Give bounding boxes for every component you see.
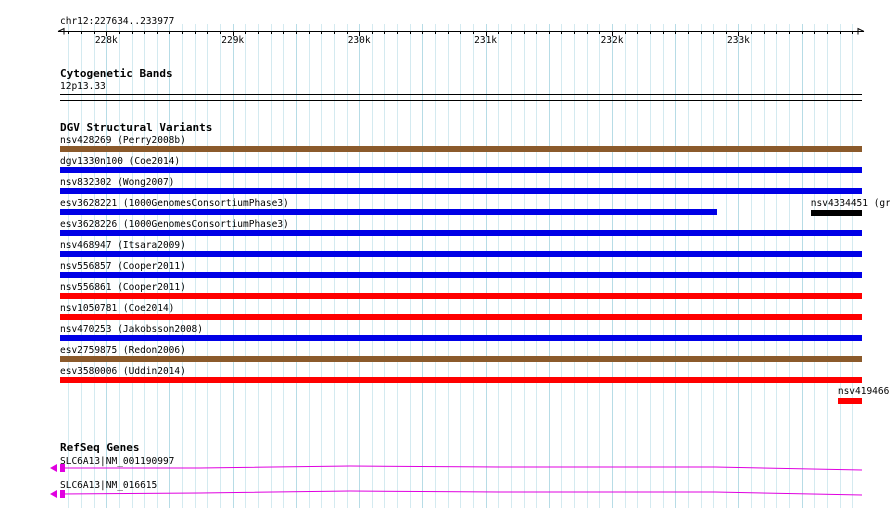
dgv-feature-label[interactable]: esv2759875 (Redon2006) <box>60 345 186 356</box>
dgv-track-title: DGV Structural Variants <box>60 121 213 134</box>
dgv-feature-label[interactable]: nsv428269 (Perry2008b) <box>60 135 186 146</box>
dgv-feature-bar[interactable] <box>60 377 862 383</box>
ruler-tick-label: 229k <box>221 35 245 46</box>
dgv-feature-bar[interactable] <box>60 188 862 194</box>
dgv-feature-label[interactable]: esv3580006 (Uddin2014) <box>60 366 186 377</box>
cytoband-line-bottom <box>60 100 862 101</box>
dgv-feature-bar[interactable] <box>60 167 862 173</box>
dgv-feature-label[interactable]: nsv468947 (Itsara2009) <box>60 240 186 251</box>
dgv-feature-label[interactable]: dgv1330n100 (Coe2014) <box>60 156 180 167</box>
ruler-tick-label: 231k <box>474 35 498 46</box>
transcript-1-exon <box>60 464 65 472</box>
dgv-feature-label[interactable]: esv3628226 (1000GenomesConsortiumPhase3) <box>60 219 289 230</box>
transcript-2-exon <box>60 490 65 498</box>
dgv-feature-bar[interactable] <box>60 335 862 341</box>
ruler-tick-label: 232k <box>600 35 624 46</box>
dgv-feature-bar[interactable] <box>60 293 862 299</box>
transcript-2 <box>50 490 863 498</box>
dgv-feature-bar[interactable] <box>60 356 862 362</box>
transcript-1 <box>50 464 863 472</box>
transcript-1-strand-arrow <box>50 464 57 472</box>
cytoband-track-title: Cytogenetic Bands <box>60 67 173 80</box>
cytoband-line-top <box>60 94 862 95</box>
dgv-side-feature-label[interactable]: nsv419466 <box>838 386 889 397</box>
transcript-2-strand-arrow <box>50 490 57 498</box>
transcript-2-intron <box>59 490 863 496</box>
ruler-tick-label: 228k <box>94 35 118 46</box>
dgv-feature-bar[interactable] <box>60 314 862 320</box>
dgv-side-feature-label[interactable]: nsv4334451 (gr <box>811 198 890 209</box>
refseq-track-title: RefSeq Genes <box>60 441 140 454</box>
dgv-side-feature-bar[interactable] <box>810 210 862 216</box>
dgv-feature-label[interactable]: nsv556857 (Cooper2011) <box>60 261 186 272</box>
dgv-feature-bar[interactable] <box>60 230 862 236</box>
cytoband-label[interactable]: 12p13.33 <box>60 81 106 92</box>
ruler-tick-label: 230k <box>347 35 371 46</box>
refseq-gene-models[interactable] <box>0 458 890 508</box>
transcript-1-intron <box>60 465 863 471</box>
dgv-feature-label[interactable]: nsv832302 (Wong2007) <box>60 177 174 188</box>
dgv-side-feature-bar[interactable] <box>837 398 862 404</box>
ruler-tick-label: 233k <box>727 35 750 46</box>
genome-browser-view: chr12:227634..233977 228k 229k 230k 231k 232… <box>0 0 890 508</box>
dgv-feature-label[interactable]: nsv470253 (Jakobsson2008) <box>60 324 203 335</box>
dgv-feature-bar[interactable] <box>60 251 862 257</box>
dgv-feature-bar[interactable] <box>60 146 862 152</box>
dgv-feature-label[interactable]: nsv1050781 (Coe2014) <box>60 303 174 314</box>
dgv-feature-label[interactable]: nsv556861 (Cooper2011) <box>60 282 186 293</box>
dgv-feature-bar[interactable] <box>60 272 862 278</box>
dgv-feature-label[interactable]: esv3628221 (1000GenomesConsortiumPhase3) <box>60 198 289 209</box>
dgv-feature-bar[interactable] <box>60 209 717 215</box>
